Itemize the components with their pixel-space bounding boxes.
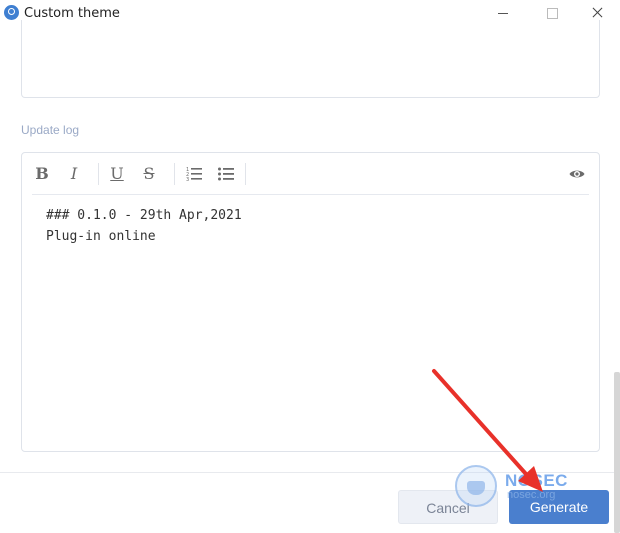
cancel-button[interactable]: Cancel [398, 490, 498, 524]
editor-line: Plug-in online [46, 229, 156, 244]
app-icon [4, 5, 19, 20]
toolbar-divider-line [32, 194, 589, 195]
description-textarea[interactable] [21, 20, 600, 98]
toolbar-divider [245, 163, 246, 185]
svg-text:3: 3 [186, 177, 189, 182]
toolbar-divider [98, 163, 99, 185]
window-title: Custom theme [24, 6, 120, 21]
strikethrough-button[interactable]: S [138, 163, 160, 185]
italic-button[interactable]: I [63, 163, 85, 185]
editor-toolbar: B I U S 1 2 3 [22, 153, 599, 195]
bold-button[interactable]: B [31, 163, 53, 185]
unordered-list-icon[interactable] [215, 163, 237, 185]
eye-icon[interactable] [566, 163, 588, 185]
generate-button[interactable]: Generate [509, 490, 609, 524]
underline-button[interactable]: U [106, 163, 128, 185]
update-log-label: Update log [21, 123, 80, 137]
watermark-name: NOSEC [505, 471, 568, 490]
scrollbar-thumb[interactable] [614, 372, 620, 533]
update-log-editor[interactable]: B I U S 1 2 3 ### 0.1.0 - 29th Apr,2021 … [21, 152, 600, 452]
footer-divider [0, 472, 614, 473]
toolbar-divider [174, 163, 175, 185]
ordered-list-icon[interactable]: 1 2 3 [183, 163, 205, 185]
editor-line: ### 0.1.0 - 29th Apr,2021 [46, 208, 242, 223]
editor-content[interactable]: ### 0.1.0 - 29th Apr,2021 Plug-in online [46, 205, 242, 247]
